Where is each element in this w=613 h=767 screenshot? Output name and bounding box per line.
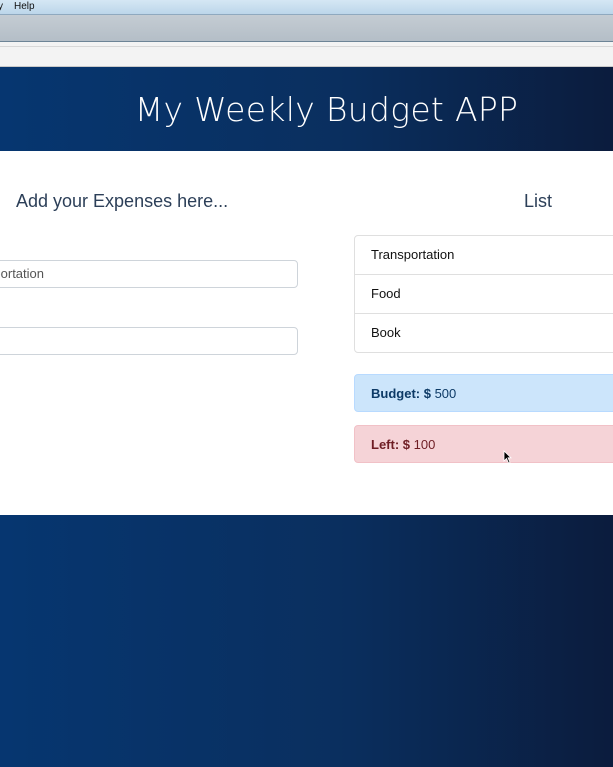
- app-title: My Weekly Budget APP: [134, 89, 519, 129]
- expense-amount-input[interactable]: [0, 327, 298, 355]
- expense-name-input[interactable]: Transportation: [0, 260, 298, 288]
- menu-item-help[interactable]: Help: [14, 0, 35, 14]
- expense-list: Transportation Food Book: [354, 235, 613, 353]
- list-item[interactable]: Book: [355, 313, 613, 352]
- list-heading: List: [524, 191, 553, 211]
- browser-address-bar[interactable]: [0, 42, 613, 67]
- app-header: My Weekly Budget APP: [0, 67, 613, 151]
- left-value: 100: [413, 437, 436, 452]
- left-label: Left: $: [371, 437, 410, 452]
- budget-label: Budget: $: [371, 386, 431, 401]
- app-footer: [0, 515, 613, 767]
- list-item[interactable]: Transportation: [355, 236, 613, 274]
- list-item[interactable]: Food: [355, 274, 613, 313]
- menu-item-truncated[interactable]: y: [0, 0, 3, 14]
- address-bar-divider: [0, 46, 613, 47]
- left-alert: Left: $ 100: [354, 425, 613, 463]
- browser-toolbar: [0, 15, 613, 42]
- budget-value: 500: [434, 386, 457, 401]
- add-expenses-heading: Add your Expenses here...: [16, 191, 229, 211]
- budget-alert: Budget: $ 500: [354, 374, 613, 412]
- mouse-pointer-icon: [503, 450, 512, 469]
- menu-bar: y Help: [0, 0, 613, 15]
- expense-name-value: Transportation: [0, 266, 44, 281]
- main-content: Add your Expenses here... List Transport…: [0, 151, 613, 515]
